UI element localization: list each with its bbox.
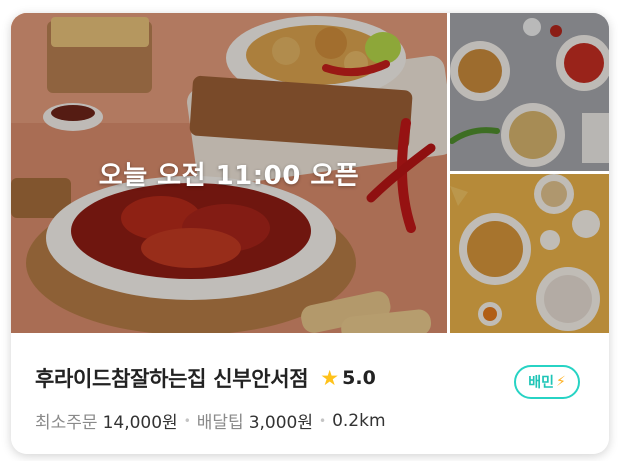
opening-time-overlay: 오늘 오전 11:00 오픈 [98, 161, 360, 191]
store-title-row: 후라이드참잘하는집 신부안서점 ★ 5.0 [35, 363, 376, 393]
star-icon: ★ [320, 365, 340, 390]
store-meta: 최소주문 14,000원 • 배달팁 3,000원 • 0.2km [35, 408, 386, 434]
baemin-badge: 배민 ⚡ [514, 365, 580, 399]
main-food-photo: 오늘 오전 11:00 오픈 [11, 13, 447, 333]
store-rating: 5.0 [342, 367, 376, 389]
store-card[interactable]: 오늘 오전 11:00 오픈 후라이드참잘하는집 신부안서점 ★ 5.0 배민 … [11, 13, 609, 454]
delivery-tip-value: 3,000원 [248, 413, 313, 433]
delivery-tip-label: 배달팁 [196, 413, 244, 433]
min-order-value: 14,000원 [102, 413, 178, 433]
store-info: 후라이드참잘하는집 신부안서점 ★ 5.0 배민 ⚡ 최소주문 14,000원 … [11, 333, 609, 454]
side-food-photo-bottom [450, 174, 609, 333]
photo-gallery[interactable]: 오늘 오전 11:00 오픈 [11, 13, 609, 333]
separator-dot: • [183, 413, 191, 428]
store-name[interactable]: 후라이드참잘하는집 신부안서점 [35, 363, 309, 393]
badge-label: 배민 [528, 375, 554, 391]
separator-dot: • [319, 413, 327, 428]
rider-icon: ⚡ [555, 374, 566, 390]
distance-value: 0.2km [332, 410, 386, 431]
min-order-label: 최소주문 [35, 413, 98, 433]
side-food-photo-top [450, 13, 609, 171]
